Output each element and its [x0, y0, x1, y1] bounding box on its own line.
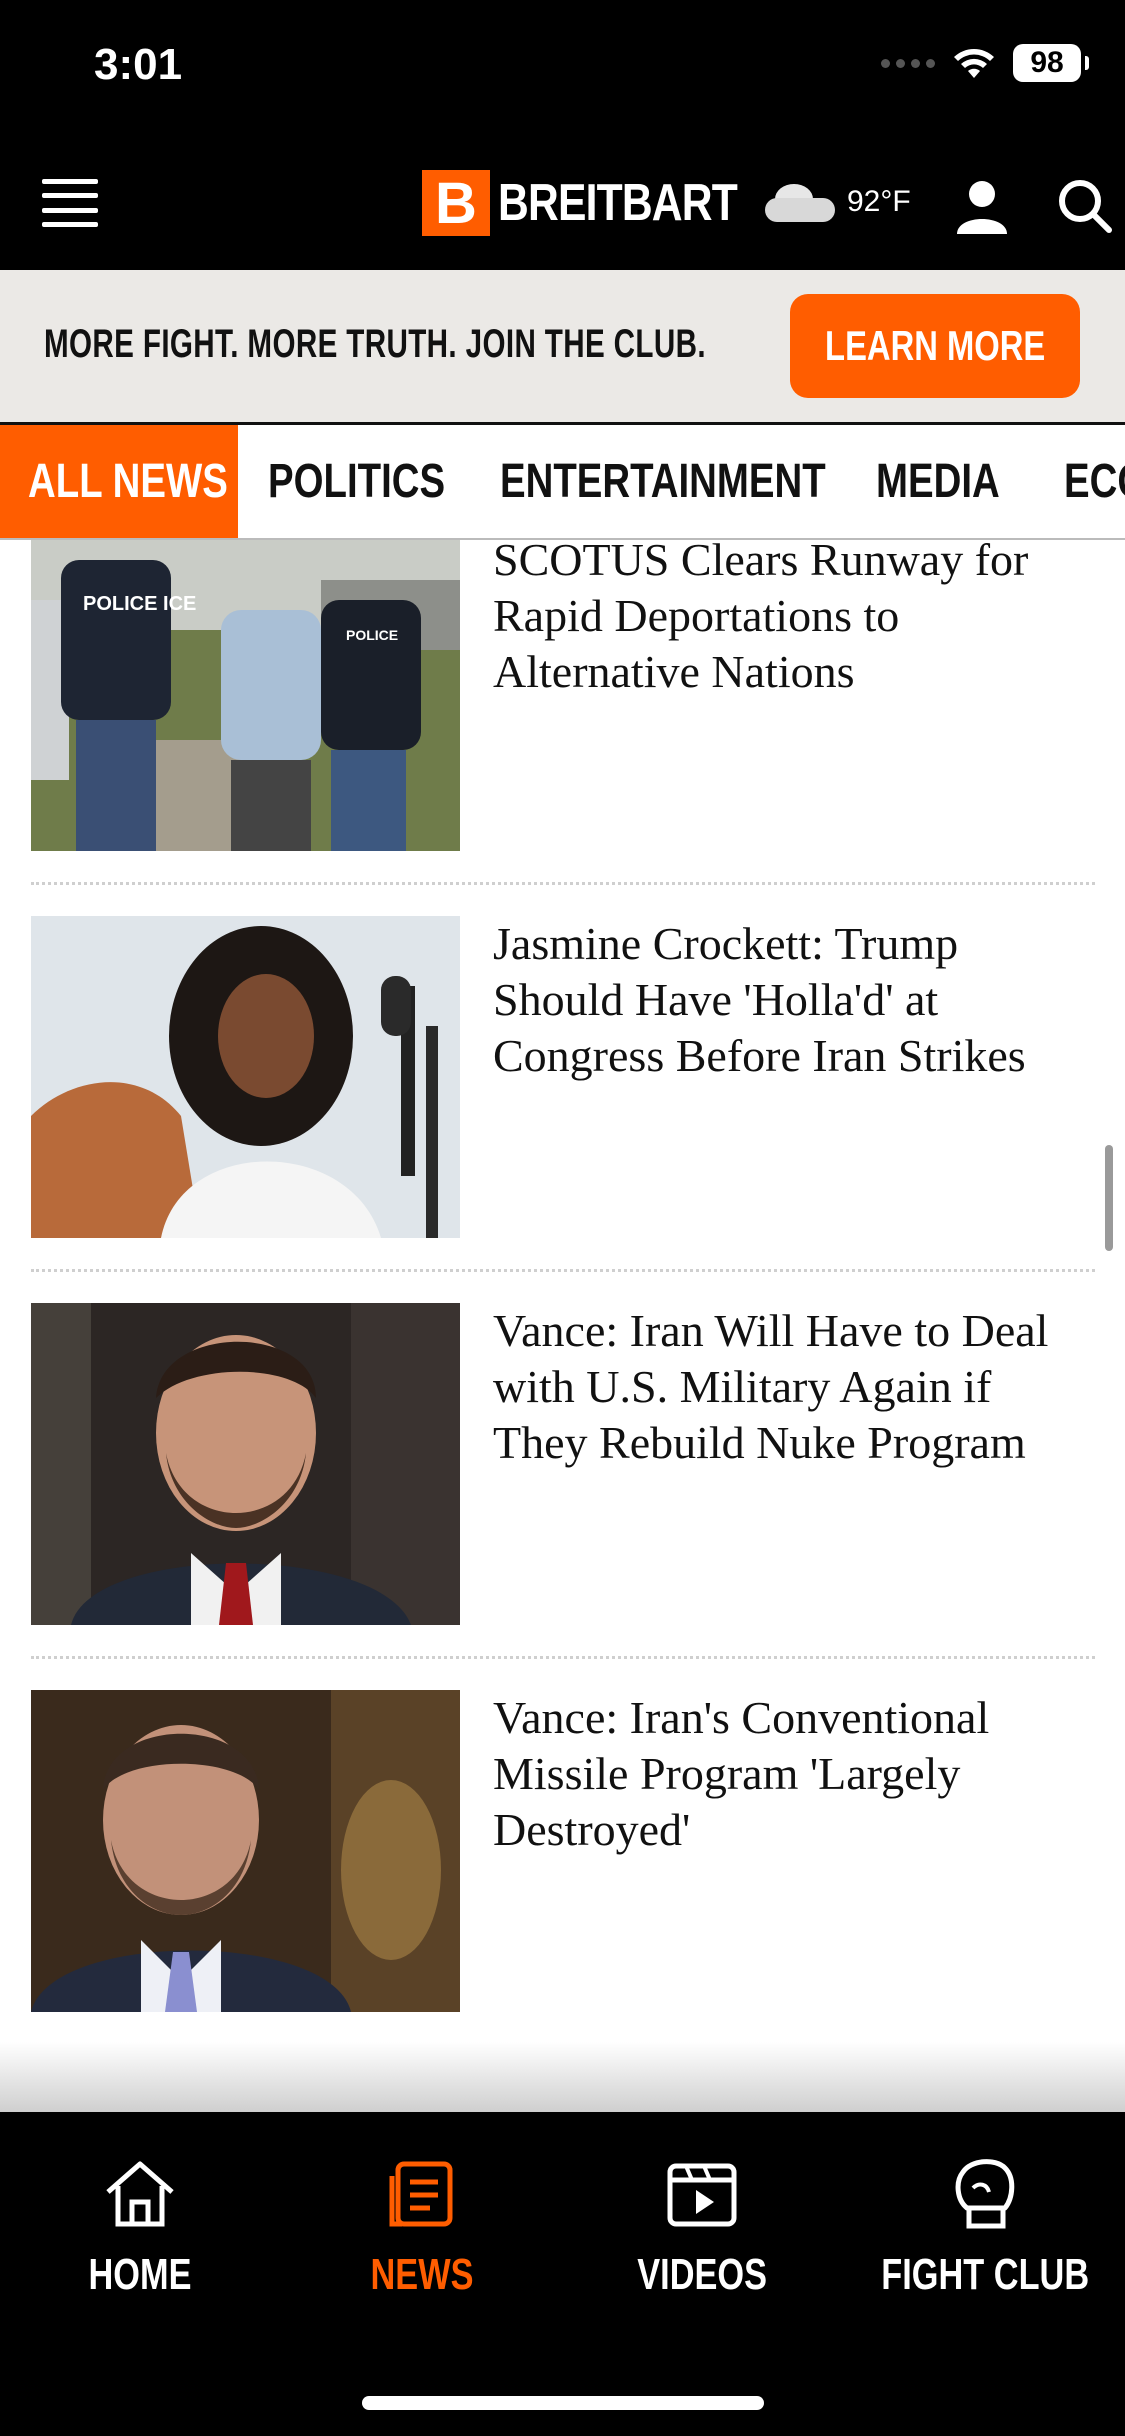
news-article[interactable]: POLICE ICE POLICE SCOTUS Clears Runway f… [0, 540, 1125, 927]
battery-indicator: 98 [1013, 44, 1089, 82]
promo-text: MORE FIGHT. MORE TRUTH. JOIN THE CLUB. [44, 322, 706, 366]
tab-entertainment[interactable]: ENTERTAINMENT [500, 425, 907, 538]
news-feed[interactable]: POLICE ICE POLICE SCOTUS Clears Runway f… [0, 540, 1125, 2112]
tab-label: MEDIA [876, 455, 1000, 508]
tab-politics[interactable]: POLITICS [268, 425, 489, 538]
breitbart-logo[interactable]: B BREITBART [422, 168, 789, 238]
article-headline[interactable]: Vance: Iran's Conventional Missile Progr… [493, 1690, 1083, 1858]
nav-label: NEWS [370, 2250, 474, 2299]
nav-label: FIGHT CLUB [881, 2250, 1089, 2299]
divider [31, 882, 1095, 885]
weather-widget[interactable]: 92°F [765, 180, 911, 224]
home-icon [106, 2161, 174, 2227]
boxing-glove-icon [955, 2159, 1015, 2229]
article-thumbnail[interactable] [31, 1690, 460, 2012]
bottom-fade [0, 2042, 1125, 2112]
news-article[interactable]: Jasmine Crockett: Trump Should Have 'Hol… [0, 916, 1125, 1303]
hamburger-menu-icon[interactable] [42, 175, 98, 231]
user-icon[interactable] [952, 176, 1012, 236]
home-indicator[interactable] [362, 2396, 764, 2410]
temperature: 92°F [847, 185, 911, 218]
article-headline[interactable]: Jasmine Crockett: Trump Should Have 'Hol… [493, 916, 1083, 1084]
videos-icon [667, 2163, 737, 2227]
nav-home[interactable]: HOME [20, 2152, 260, 2322]
cloud-icon [765, 180, 837, 224]
tab-media[interactable]: MEDIA [876, 425, 1031, 538]
article-thumbnail[interactable]: POLICE ICE POLICE [31, 540, 460, 851]
news-icon [389, 2161, 453, 2227]
nav-news[interactable]: NEWS [302, 2152, 542, 2322]
logo-text: BREITBART [498, 174, 738, 232]
wifi-icon [954, 49, 994, 78]
nav-fight-club[interactable]: FIGHT CLUB [865, 2152, 1105, 2322]
nav-videos[interactable]: VIDEOS [582, 2152, 822, 2322]
divider [31, 1656, 1095, 1659]
learn-more-label: LEARN MORE [824, 322, 1046, 369]
tab-label: ALL NEWS [28, 455, 228, 508]
nav-label: VIDEOS [637, 2250, 767, 2299]
article-headline[interactable]: SCOTUS Clears Runway for Rapid Deportati… [493, 540, 1083, 700]
bottom-navigation: HOME NEWS VIDEOS FIGHT CLUB [0, 2112, 1125, 2436]
learn-more-button[interactable]: LEARN MORE [790, 294, 1080, 398]
news-article[interactable]: Vance: Iran's Conventional Missile Progr… [0, 1690, 1125, 2077]
app-header: B BREITBART 92°F [0, 140, 1125, 270]
article-thumbnail[interactable] [31, 916, 460, 1238]
tab-economy[interactable]: ECO [1064, 425, 1125, 538]
news-article[interactable]: Vance: Iran Will Have to Deal with U.S. … [0, 1303, 1125, 1690]
article-headline[interactable]: Vance: Iran Will Have to Deal with U.S. … [493, 1303, 1083, 1471]
status-icons: 98 [881, 44, 1089, 82]
scrollbar[interactable] [1105, 1145, 1113, 1251]
article-thumbnail[interactable] [31, 1303, 460, 1625]
search-icon[interactable] [1055, 176, 1115, 236]
tab-label: ENTERTAINMENT [500, 455, 826, 508]
logo-mark: B [422, 170, 490, 236]
promo-banner: MORE FIGHT. MORE TRUTH. JOIN THE CLUB. L… [0, 270, 1125, 422]
tab-label: POLITICS [268, 455, 446, 508]
thumb-text-police: POLICE [346, 627, 398, 643]
category-tabs: ALL NEWS POLITICS ENTERTAINMENT MEDIA EC… [0, 422, 1125, 540]
nav-label: HOME [88, 2250, 192, 2299]
divider [31, 1269, 1095, 1272]
tab-all-news[interactable]: ALL NEWS [0, 425, 238, 538]
tab-label: ECO [1064, 455, 1125, 508]
status-time: 3:01 [94, 40, 183, 89]
thumb-text-police-ice: POLICE ICE [83, 593, 196, 615]
cellular-signal-icon [881, 58, 935, 68]
status-bar: 3:01 98 [0, 0, 1125, 140]
